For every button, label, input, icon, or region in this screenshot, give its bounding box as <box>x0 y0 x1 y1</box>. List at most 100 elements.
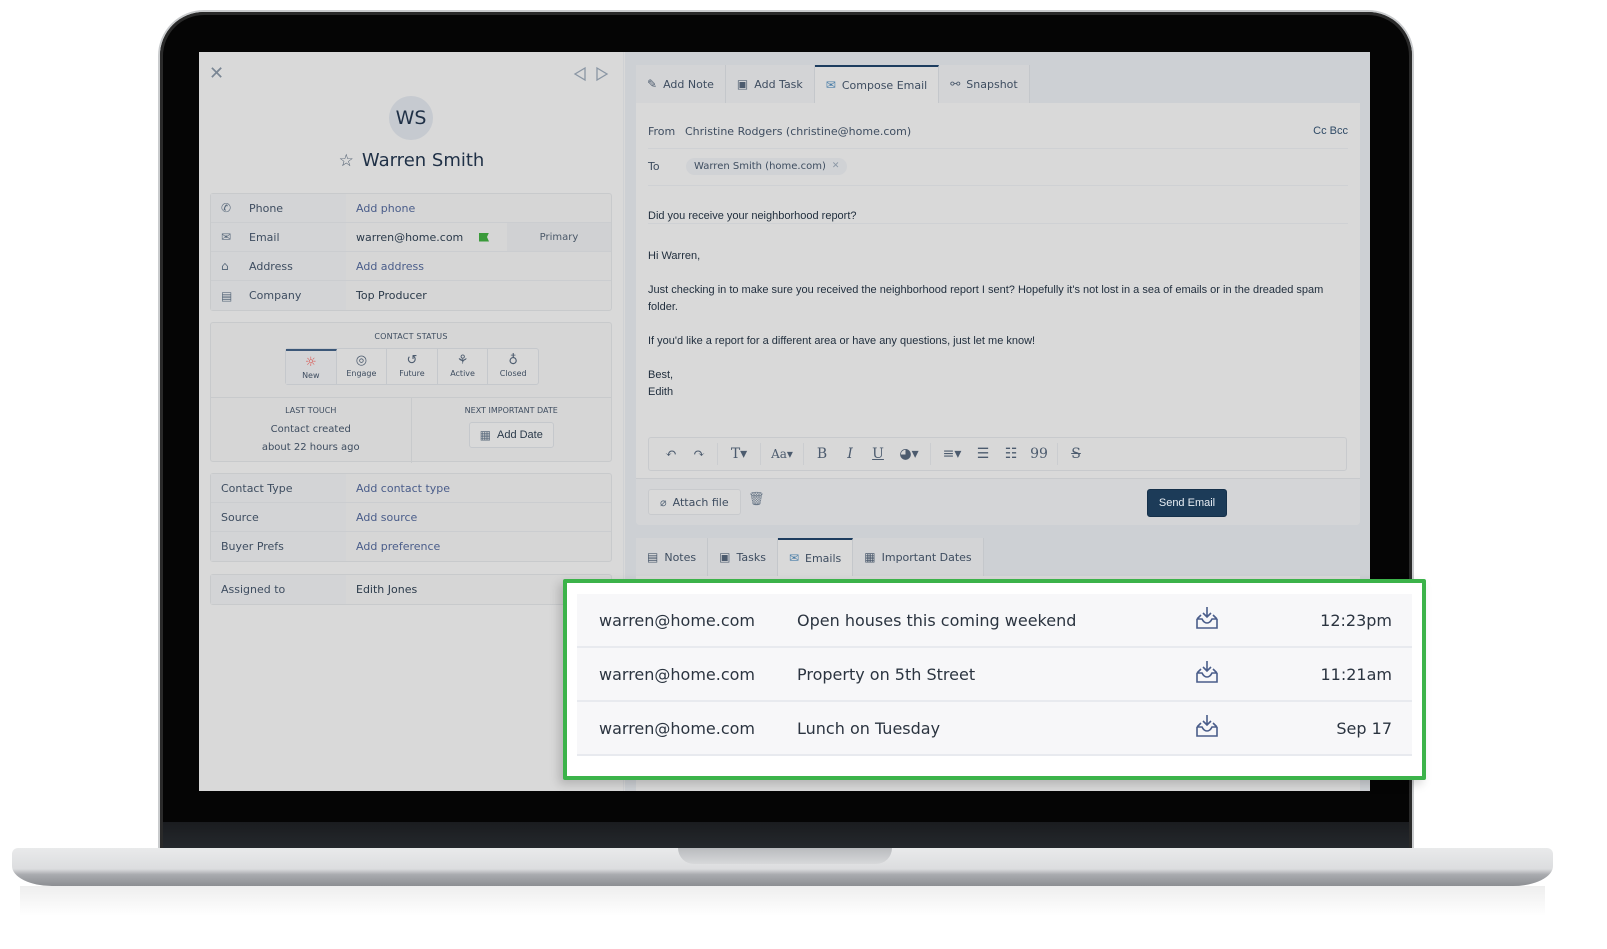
contact-panel: ✕ WS ☆ Warren Smith ✆ Phone Add phone ✉ Ema… <box>199 52 624 791</box>
contact-info-card: ✆ Phone Add phone ✉ Email warren@home.com … <box>210 193 612 311</box>
close-icon[interactable]: ✕ <box>209 65 225 83</box>
recipient-name: Warren Smith (home.com) <box>694 160 826 172</box>
text-style-icon[interactable]: T▾ <box>722 446 756 462</box>
strikethrough-icon[interactable]: S <box>1062 446 1090 462</box>
star-icon[interactable]: ☆ <box>339 151 354 171</box>
status-selector: ☼ New ◎ Engage ↺ Future ⚘ Active ♁ Close… <box>285 348 539 385</box>
assigned-label: Assigned to <box>211 575 346 604</box>
status-details: LAST TOUCH Contact created about 22 hour… <box>211 397 611 463</box>
add-phone-link[interactable]: Add phone <box>346 202 611 215</box>
email-list-highlight: warren@home.com Open houses this coming … <box>563 579 1426 780</box>
status-new-button[interactable]: ☼ New <box>286 349 337 384</box>
italic-icon[interactable]: I <box>836 446 864 462</box>
underline-icon[interactable]: U <box>864 446 892 462</box>
email-value[interactable]: warren@home.com <box>346 231 479 244</box>
money-bag-icon: ♁ <box>508 353 518 368</box>
add-preference-link[interactable]: Add preference <box>346 540 611 553</box>
quote-icon[interactable]: 99 <box>1025 446 1053 462</box>
trash-icon[interactable]: 🗑 <box>748 492 765 507</box>
tab-label: Snapshot <box>966 77 1018 91</box>
home-icon: ⌂ <box>221 259 229 273</box>
assigned-card: Assigned to Edith Jones <box>210 574 612 605</box>
detail-row-contact-type: Contact Type Add contact type <box>211 474 611 503</box>
info-row-phone: ✆ Phone Add phone <box>211 194 611 223</box>
tab-emails[interactable]: ✉ Emails <box>777 538 854 576</box>
email-subject: Open houses this coming weekend <box>797 610 1077 630</box>
from-value[interactable]: Christine Rodgers (christine@home.com) <box>685 125 911 138</box>
tab-label: Emails <box>805 551 842 565</box>
body-signoff: Best, <box>648 369 674 381</box>
bullet-list-icon[interactable]: ☷ <box>997 446 1025 462</box>
add-date-button[interactable]: ▦ Add Date <box>468 422 554 448</box>
tab-notes[interactable]: ▤ Notes <box>636 538 709 576</box>
tab-add-task[interactable]: ▣ Add Task <box>725 65 815 103</box>
history-icon: ↺ <box>406 353 418 368</box>
add-address-link[interactable]: Add address <box>346 260 611 273</box>
contact-name: Warren Smith <box>361 150 485 171</box>
from-label: From <box>648 124 676 138</box>
detail-row-buyer-prefs: Buyer Prefs Add preference <box>211 532 611 561</box>
divider <box>648 148 1348 149</box>
add-contact-type-link[interactable]: Add contact type <box>346 482 611 495</box>
tab-label: Compose Email <box>841 78 928 92</box>
contact-name-row: ☆ Warren Smith <box>199 150 624 171</box>
tab-label: Notes <box>664 550 697 564</box>
last-touch-title: LAST TOUCH <box>285 406 337 415</box>
email-time: 12:23pm <box>1320 610 1392 630</box>
status-label: Future <box>399 369 425 378</box>
status-active-button[interactable]: ⚘ Active <box>438 349 489 384</box>
email-body-editor[interactable]: Hi Warren, Just checking in to make sure… <box>648 248 1328 401</box>
font-size-icon[interactable]: Aa▾ <box>765 447 799 461</box>
recipient-chip[interactable]: Warren Smith (home.com) ✕ <box>686 157 848 175</box>
info-label: Email <box>249 230 280 244</box>
redo-icon[interactable]: ↷ <box>685 446 713 462</box>
company-value[interactable]: Top Producer <box>346 289 611 302</box>
cc-bcc-toggle[interactable]: Cc Bcc <box>1313 125 1348 137</box>
tab-add-note[interactable]: ✎ Add Note <box>636 65 726 103</box>
paperclip-icon: ⌀ <box>660 495 667 509</box>
detail-label: Contact Type <box>211 474 346 502</box>
envelope-icon: ✉ <box>788 551 800 565</box>
add-source-link[interactable]: Add source <box>346 511 611 524</box>
align-icon[interactable]: ≡▾ <box>935 446 969 462</box>
divider <box>648 223 1348 224</box>
action-tabs: ✎ Add Note ▣ Add Task ✉ Compose Email ⚯ Snap… <box>636 65 1360 103</box>
tab-tasks[interactable]: ▣ Tasks <box>708 538 778 576</box>
send-email-button[interactable]: Send Email <box>1147 489 1227 517</box>
status-future-button[interactable]: ↺ Future <box>387 349 438 384</box>
email-row[interactable]: warren@home.com Open houses this coming … <box>577 594 1412 648</box>
status-closed-button[interactable]: ♁ Closed <box>488 349 538 384</box>
last-touch-text: Contact created <box>270 424 351 435</box>
snapshot-icon: ⚯ <box>950 77 961 91</box>
laptop-reflection <box>20 886 1545 916</box>
calendar-star-icon: ▦ <box>479 428 491 442</box>
body-paragraph: Just checking in to make sure you receiv… <box>648 284 1324 313</box>
body-signature: Edith <box>648 386 674 398</box>
email-time: 11:21am <box>1320 664 1393 684</box>
to-field[interactable]: To Warren Smith (home.com) ✕ <box>648 155 1348 177</box>
tab-compose-email[interactable]: ✉ Compose Email <box>814 65 940 103</box>
next-contact-icon[interactable] <box>595 66 609 82</box>
color-palette-icon[interactable]: ◕▾ <box>892 446 926 462</box>
bold-icon[interactable]: B <box>808 446 836 462</box>
email-row[interactable]: warren@home.com Lunch on Tuesday Sep 17 <box>577 702 1412 756</box>
undo-icon[interactable]: ↶ <box>657 446 685 462</box>
flag-icon[interactable] <box>479 232 489 242</box>
tab-snapshot[interactable]: ⚯ Snapshot <box>939 65 1030 103</box>
notes-icon: ▤ <box>647 550 659 564</box>
tab-important-dates[interactable]: ▦ Important Dates <box>853 538 984 576</box>
remove-recipient-icon[interactable]: ✕ <box>832 161 840 171</box>
contact-details-card: Contact Type Add contact type Source Add… <box>210 473 612 562</box>
status-engage-button[interactable]: ◎ Engage <box>337 349 388 384</box>
email-row[interactable]: warren@home.com Property on 5th Street 1… <box>577 648 1412 702</box>
info-label: Company <box>249 289 302 302</box>
attach-file-button[interactable]: ⌀ Attach file <box>648 489 741 515</box>
ordered-list-icon[interactable]: ☰ <box>969 446 997 462</box>
subject-input[interactable]: Did you receive your neighborhood report… <box>648 210 857 222</box>
email-from: warren@home.com <box>599 664 756 684</box>
status-label: Closed <box>499 369 527 378</box>
last-touch-time: about 22 hours ago <box>261 442 360 453</box>
previous-contact-icon[interactable] <box>573 66 587 82</box>
body-paragraph: If you'd like a report for a different a… <box>648 335 1036 347</box>
email-icon: ✉ <box>221 230 232 244</box>
